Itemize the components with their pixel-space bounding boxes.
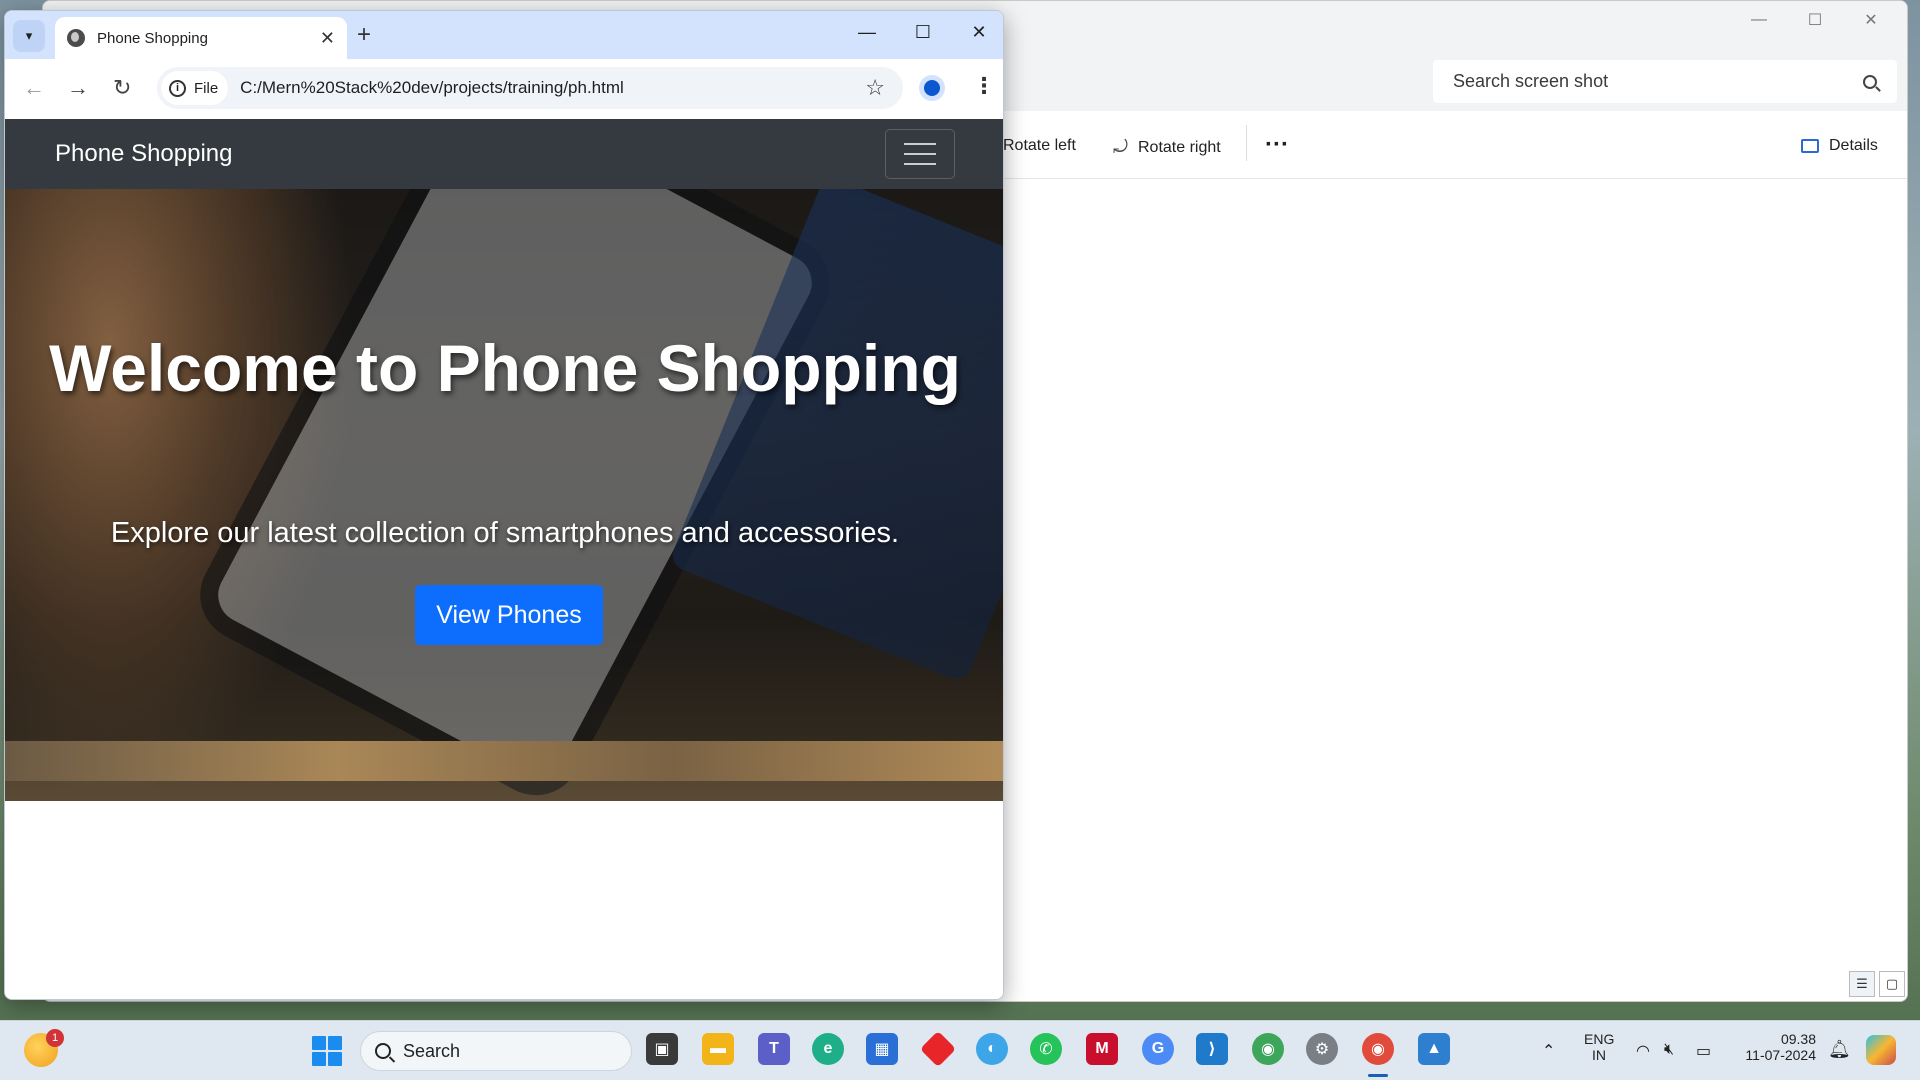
chrome-profile-icon[interactable]: ◉ (1252, 1033, 1284, 1065)
notification-bell-icon[interactable]: 🔔︎ (1828, 1039, 1851, 1060)
edge-icon[interactable]: e (812, 1033, 844, 1065)
toolbar-divider (1246, 125, 1247, 161)
taskbar-search-input[interactable]: Search (360, 1031, 632, 1071)
tab-phone-shopping[interactable]: Phone Shopping ✕ (55, 17, 347, 59)
chrome-maximize-icon[interactable]: ☐ (903, 22, 943, 43)
globe-icon (67, 29, 85, 47)
notification-badge: 1 (46, 1029, 64, 1047)
photos-search-input[interactable]: Search screen shot (1433, 60, 1897, 103)
view-mode-switcher: ☰ ▢ (1849, 971, 1905, 997)
clock-time: 09.38 (1780, 1031, 1816, 1047)
profile-avatar-icon[interactable] (919, 75, 945, 101)
minimize-icon[interactable]: — (1731, 7, 1787, 33)
address-bar[interactable]: i File C:/Mern%20Stack%20dev/projects/tr… (157, 67, 903, 109)
rotate-left-button[interactable]: Rotate left (1003, 137, 1076, 155)
start-windows-icon[interactable] (312, 1036, 342, 1066)
settings-gear-icon[interactable]: ⚙ (1306, 1033, 1338, 1065)
hero-subtitle: Explore our latest collection of smartph… (110, 517, 900, 549)
chrome-active-icon[interactable]: ◉ (1362, 1033, 1394, 1065)
vscode-icon[interactable]: ⟩ (1196, 1033, 1228, 1065)
region-label: IN (1592, 1047, 1606, 1063)
list-view-icon[interactable]: ☰ (1849, 971, 1875, 997)
clock-date: 11-07-2024 (1745, 1047, 1816, 1063)
photos-app-icon[interactable]: ▲ (1418, 1033, 1450, 1065)
mcafee-icon[interactable]: M (1086, 1033, 1118, 1065)
omnibox-bar: ← → ↻ i File C:/Mern%20Stack%20dev/proje… (5, 59, 1003, 119)
tab-search-chevron-icon[interactable]: ▾ (13, 20, 45, 52)
taskbar: 1 Search ▣ ▬ T e ▦ ◐ ✆ M G ⟩ ◉ ⚙ ◉ ▲ ⌃ E… (0, 1020, 1920, 1080)
wifi-icon[interactable]: ◠ (1636, 1041, 1650, 1061)
url-text[interactable]: C:/Mern%20Stack%20dev/projects/training/… (240, 78, 624, 98)
taskbar-search-label: Search (403, 1040, 461, 1061)
volume-muted-icon[interactable]: 🔇︎ (1664, 1041, 1674, 1059)
scheme-label: File (194, 79, 219, 97)
search-icon[interactable] (1863, 74, 1877, 89)
chrome-profile-g-icon[interactable]: G (1142, 1033, 1174, 1065)
bookmark-star-icon[interactable]: ☆ (865, 75, 885, 101)
show-hidden-icons-chevron-icon[interactable]: ⌃ (1542, 1041, 1555, 1061)
forward-arrow-icon[interactable]: → (67, 75, 89, 101)
reload-icon[interactable]: ↻ (113, 75, 131, 101)
details-panel-icon (1801, 139, 1819, 153)
weather-widget-icon[interactable]: 1 (24, 1029, 64, 1067)
more-icon: ··· (1265, 131, 1289, 158)
battery-icon[interactable]: ▭ (1696, 1041, 1711, 1061)
web-page: Phone Shopping Welcome to Phone Shopping… (5, 119, 1003, 999)
file-explorer-icon[interactable]: ▬ (702, 1033, 734, 1065)
clock[interactable]: 09.38 11-07-2024 (1736, 1031, 1816, 1063)
language-label: ENG (1584, 1031, 1615, 1047)
store-icon[interactable]: ▦ (866, 1033, 898, 1065)
chrome-minimize-icon[interactable]: — (847, 22, 887, 43)
copilot-preview-icon[interactable] (1866, 1035, 1896, 1065)
more-options-button[interactable]: ··· (1265, 131, 1289, 159)
navbar-toggler-hamburger-icon[interactable] (885, 129, 955, 179)
back-arrow-icon[interactable]: ← (23, 75, 45, 101)
info-icon: i (169, 79, 186, 97)
rotate-right-icon: ⤾ (1113, 137, 1128, 157)
details-button[interactable]: Details (1801, 137, 1878, 155)
chrome-window: ▾ Phone Shopping ✕ + — ☐ ✕ ← → ↻ i File … (4, 10, 1004, 1000)
tab-strip: ▾ Phone Shopping ✕ + — ☐ ✕ (5, 11, 1003, 59)
single-view-icon[interactable]: ▢ (1879, 971, 1905, 997)
language-indicator[interactable]: ENG IN (1584, 1031, 1614, 1063)
close-icon[interactable]: ✕ (1843, 7, 1899, 33)
search-icon (375, 1043, 391, 1059)
navbar-brand[interactable]: Phone Shopping (55, 140, 233, 168)
tab-title: Phone Shopping (97, 29, 208, 47)
whatsapp-icon[interactable]: ✆ (1030, 1033, 1062, 1065)
anydesk-icon[interactable] (919, 1030, 957, 1068)
hero-title: Welcome to Phone Shopping (49, 331, 961, 405)
active-app-indicator (1368, 1074, 1388, 1077)
photos-search-placeholder: Search screen shot (1453, 71, 1609, 91)
maximize-icon[interactable]: ☐ (1787, 7, 1843, 33)
details-label: Details (1829, 137, 1878, 154)
hero-section: Welcome to Phone Shopping Explore our la… (5, 189, 1003, 801)
site-navbar: Phone Shopping (5, 119, 1003, 189)
view-phones-button[interactable]: View Phones (415, 585, 603, 645)
chrome-close-icon[interactable]: ✕ (959, 22, 999, 43)
tab-close-icon[interactable]: ✕ (320, 28, 335, 49)
site-info-chip[interactable]: i File (161, 71, 229, 105)
rotate-right-button[interactable]: ⤾ Rotate right (1113, 137, 1221, 158)
rotate-right-label: Rotate right (1138, 138, 1221, 156)
rotate-left-label: Rotate left (1003, 137, 1076, 154)
chrome-menu-icon[interactable]: ⋮ (973, 73, 995, 99)
task-view-icon[interactable]: ▣ (646, 1033, 678, 1065)
hero-bottom-strip (5, 741, 1003, 781)
copilot-icon[interactable]: ◐ (976, 1033, 1008, 1065)
teams-icon[interactable]: T (758, 1033, 790, 1065)
hero-overlay (5, 189, 1003, 741)
new-tab-plus-icon[interactable]: + (357, 21, 371, 49)
